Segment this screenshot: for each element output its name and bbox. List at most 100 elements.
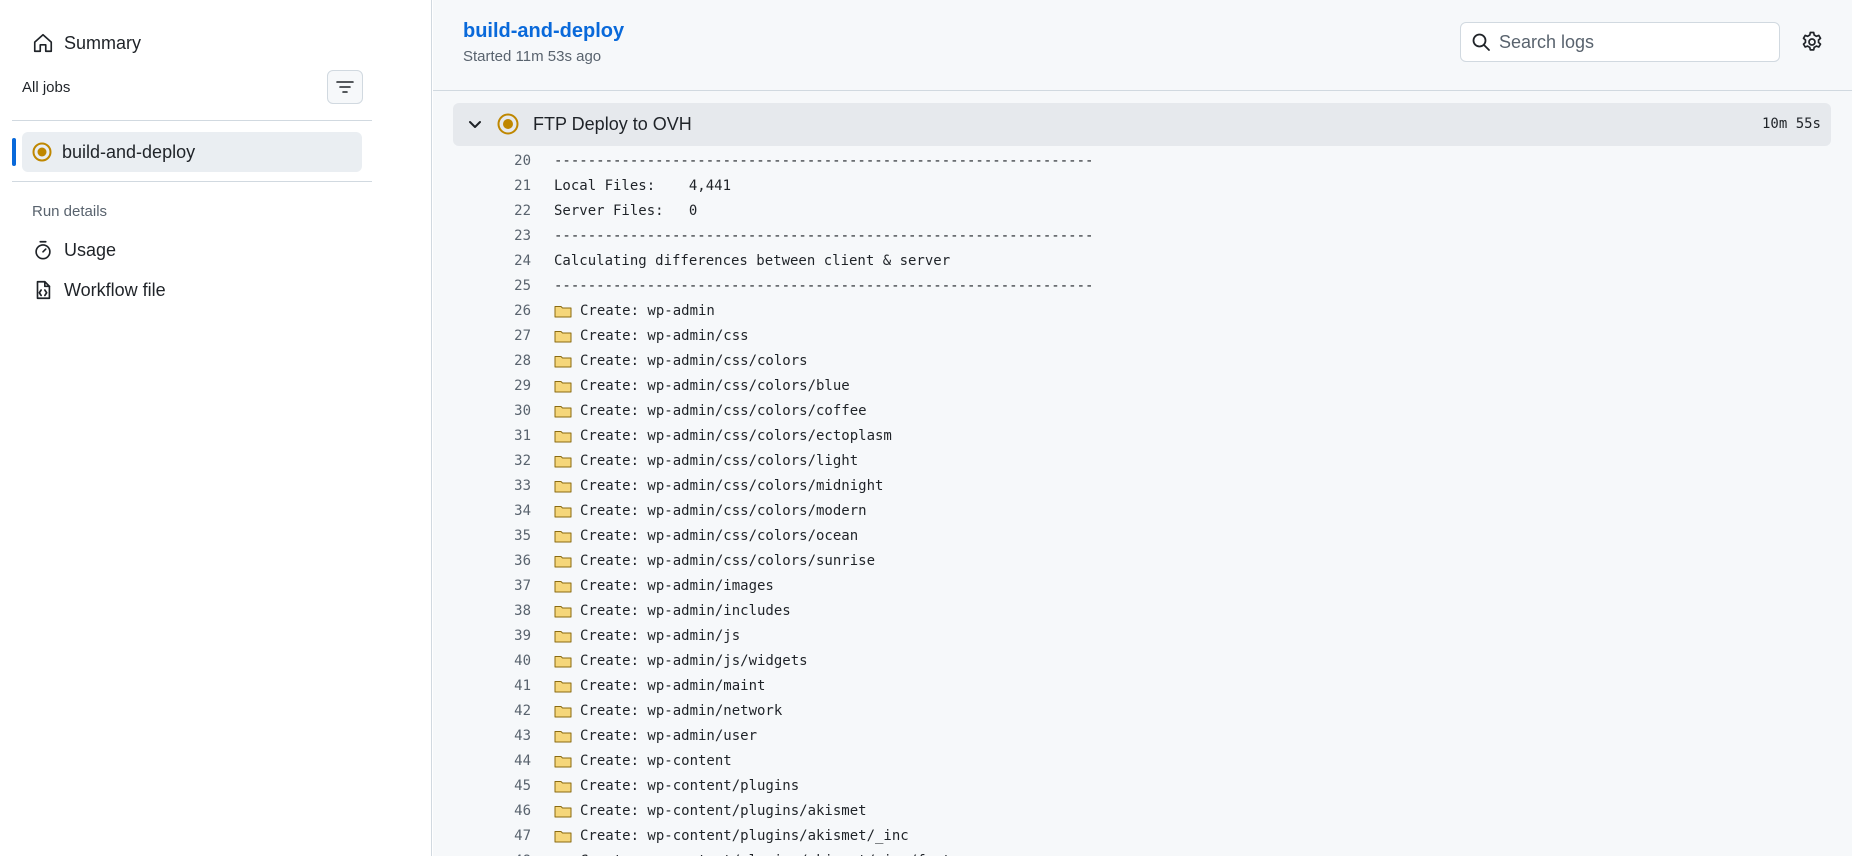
log-line-number[interactable]: 44 [453, 753, 531, 769]
folder-icon [554, 655, 572, 667]
log-line-number[interactable]: 30 [453, 403, 531, 419]
log-line-text: Create: wp-content/plugins/akismet [580, 802, 867, 819]
log-line-number[interactable]: 37 [453, 578, 531, 594]
active-job-indicator [12, 138, 16, 166]
log-line-number[interactable]: 41 [453, 678, 531, 694]
log-line-text: Calculating differences between client &… [554, 252, 951, 269]
filter-icon [336, 81, 354, 93]
log-line-number[interactable]: 24 [453, 253, 531, 269]
run-header: build-and-deploy Started 11m 53s ago [433, 0, 1852, 91]
log-line-text: Create: wp-admin/css/colors [580, 352, 808, 369]
log-line-text: Local Files: 4,441 [554, 177, 732, 194]
folder-icon [554, 555, 572, 567]
folder-icon [554, 605, 572, 617]
log-line-number[interactable]: 33 [453, 478, 531, 494]
step-header[interactable]: FTP Deploy to OVH 10m 55s [453, 103, 1831, 146]
log-line: 44 Create: wp-content [453, 748, 1831, 773]
log-line-number[interactable]: 47 [453, 828, 531, 844]
folder-icon [554, 730, 572, 742]
log-line-number[interactable]: 28 [453, 353, 531, 369]
log-line-number[interactable]: 32 [453, 453, 531, 469]
log-line-content: Calculating differences between client &… [554, 253, 950, 269]
log-line-number[interactable]: 42 [453, 703, 531, 719]
log-line: 40 Create: wp-admin/js/widgets [453, 648, 1831, 673]
log-line-number[interactable]: 38 [453, 603, 531, 619]
log-line-content: Create: wp-admin/css/colors/light [554, 453, 858, 469]
log-line-text: Create: wp-admin/css/colors/sunrise [580, 552, 876, 569]
log-line-number[interactable]: 25 [453, 278, 531, 294]
folder-icon [554, 830, 572, 842]
log-line-number[interactable]: 22 [453, 203, 531, 219]
log-line-content: Create: wp-content/plugins/akismet/_inc [554, 828, 909, 844]
log-line: 45 Create: wp-content/plugins [453, 773, 1831, 798]
chevron-down-icon[interactable] [465, 115, 485, 135]
log-line: 20 --------------------------------------… [453, 148, 1831, 173]
log-line-text: Create: wp-admin/css/colors/ectoplasm [580, 427, 892, 444]
search-icon [1472, 33, 1490, 51]
log-line-number[interactable]: 39 [453, 628, 531, 644]
summary-label: Summary [64, 32, 142, 53]
log-line-text: Create: wp-admin/css/colors/blue [580, 377, 850, 394]
log-line: 29 Create: wp-admin/css/colors/blue [453, 373, 1831, 398]
log-line-text: Create: wp-admin/css/colors/light [580, 452, 859, 469]
run-details-label: Run details [32, 203, 108, 220]
log-line-content: ----------------------------------------… [554, 228, 1093, 244]
log-line-number[interactable]: 21 [453, 178, 531, 194]
log-line: 26 Create: wp-admin [453, 298, 1831, 323]
log-line-text: Create: wp-content/plugins [580, 777, 800, 794]
log-line: 38 Create: wp-admin/includes [453, 598, 1831, 623]
log-line-number[interactable]: 29 [453, 378, 531, 394]
log-line-number[interactable]: 43 [453, 728, 531, 744]
log-line-text: Create: wp-admin/maint [580, 677, 766, 694]
workflow-file-link[interactable]: Workflow file [32, 279, 166, 301]
log-line-number[interactable]: 34 [453, 503, 531, 519]
folder-icon [554, 480, 572, 492]
step-duration: 10m 55s [1761, 116, 1821, 132]
summary-link[interactable]: Summary [32, 32, 141, 54]
log-line: 36 Create: wp-admin/css/colors/sunrise [453, 548, 1831, 573]
log-line: 47 Create: wp-content/plugins/akismet/_in… [453, 823, 1831, 848]
log-line-text: Create: wp-content [580, 752, 732, 769]
log-line-number[interactable]: 23 [453, 228, 531, 244]
log-line-number[interactable]: 36 [453, 553, 531, 569]
log-line-content: Create: wp-admin/css/colors/midnight [554, 478, 883, 494]
log-line-number[interactable]: 48 [453, 853, 531, 856]
job-item-build-and-deploy[interactable]: build-and-deploy [22, 132, 362, 172]
log-line-text: Create: wp-admin/includes [580, 602, 791, 619]
folder-icon [554, 505, 572, 517]
log-line-number[interactable]: 31 [453, 428, 531, 444]
log-line: 46 Create: wp-content/plugins/akismet [453, 798, 1831, 823]
log-line-number[interactable]: 35 [453, 528, 531, 544]
log-line-text: Create: wp-admin [580, 302, 715, 319]
log-line: 39 Create: wp-admin/js [453, 623, 1831, 648]
log-line: 41 Create: wp-admin/maint [453, 673, 1831, 698]
log-line-number[interactable]: 45 [453, 778, 531, 794]
log-line: 48 Create: wp-content/plugins/akismet/_in… [453, 848, 1831, 856]
folder-icon [554, 330, 572, 342]
log-line-number[interactable]: 20 [453, 153, 531, 169]
log-line-text: ----------------------------------------… [554, 277, 1094, 294]
log-line-content: Create: wp-admin/css/colors/coffee [554, 403, 867, 419]
log-line-text: Server Files: 0 [554, 202, 698, 219]
log-line: 24 Calculating differences between client… [453, 248, 1831, 273]
log-line-content: Create: wp-admin/images [554, 578, 774, 594]
log-line: 43 Create: wp-admin/user [453, 723, 1831, 748]
log-line-content: Create: wp-admin/css/colors/ectoplasm [554, 428, 892, 444]
log-line-number[interactable]: 40 [453, 653, 531, 669]
log-line-text: Create: wp-content/plugins/akismet/_inc/… [580, 853, 959, 856]
log-line: 33 Create: wp-admin/css/colors/midnight [453, 473, 1831, 498]
run-title[interactable]: build-and-deploy [463, 20, 624, 43]
search-logs-input[interactable] [1499, 31, 1759, 53]
log-line-content: ----------------------------------------… [554, 278, 1093, 294]
filter-button[interactable] [327, 70, 363, 104]
log-line-content: ----------------------------------------… [554, 153, 1093, 169]
log-line-content: Create: wp-admin/css [554, 328, 749, 344]
log-line-content: Create: wp-admin/includes [554, 603, 791, 619]
log-line-number[interactable]: 26 [453, 303, 531, 319]
usage-link[interactable]: Usage [32, 239, 116, 261]
gear-icon[interactable] [1800, 30, 1824, 54]
log-line-number[interactable]: 46 [453, 803, 531, 819]
log-line-content: Local Files: 4,441 [554, 178, 731, 194]
log-line-number[interactable]: 27 [453, 328, 531, 344]
log-line-content: Create: wp-admin/css/colors/blue [554, 378, 850, 394]
